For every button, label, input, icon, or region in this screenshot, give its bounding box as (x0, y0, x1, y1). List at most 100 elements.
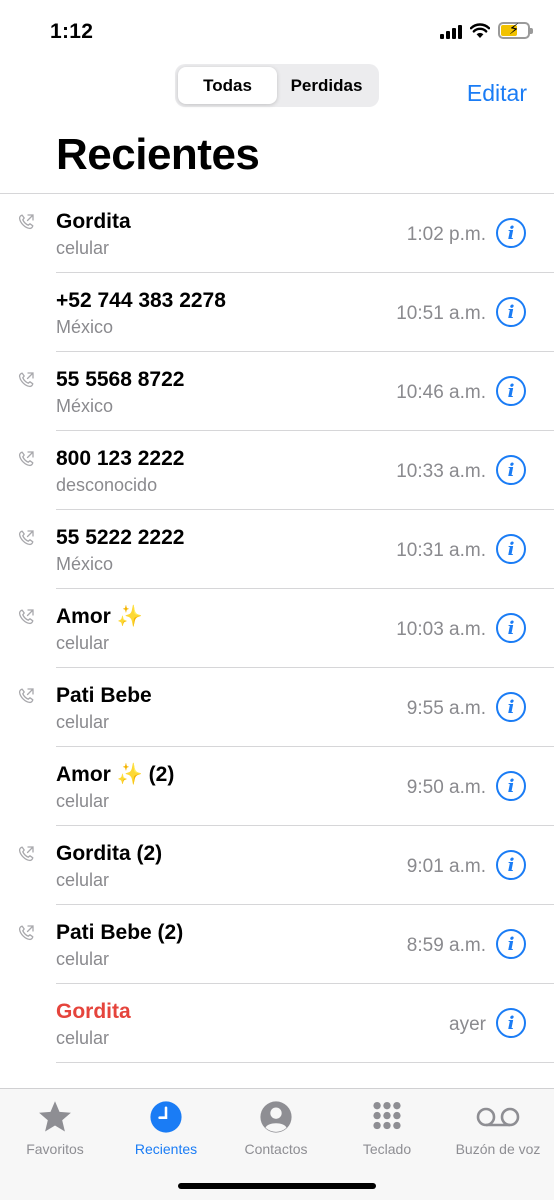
contact-name: Pati Bebe (2) (56, 921, 184, 944)
call-type-label: México (56, 396, 114, 416)
status-icons: ⚡ (440, 21, 533, 39)
contact-name: 55 5222 2222 (56, 526, 185, 549)
outgoing-call-icon (16, 686, 36, 706)
call-row[interactable]: +52 744 383 2278 México 10:51 a.m. i (56, 273, 554, 352)
cellular-signal-icon (440, 23, 462, 39)
tab-label: Recientes (134, 1141, 198, 1157)
contact-name: 800 123 2222 (56, 447, 185, 470)
keypad-icon (373, 1101, 401, 1130)
info-button[interactable]: i (496, 218, 526, 248)
contact-name: Pati Bebe (56, 684, 152, 707)
outgoing-call-icon (16, 607, 36, 627)
contact-name: Amor ✨ (56, 605, 143, 628)
outgoing-call-icon (16, 449, 36, 469)
person-circle-icon (260, 1101, 292, 1133)
call-row[interactable]: Gordita celular ayer i (56, 984, 554, 1063)
call-type-label: celular (56, 1028, 110, 1048)
call-row[interactable]: Pati Bebe celular 9:55 a.m. i (18, 668, 554, 747)
segment-perdidas[interactable]: Perdidas (277, 67, 376, 104)
call-time: 8:59 a.m. (406, 935, 486, 956)
call-type-label: celular (56, 633, 110, 653)
tab-contactos[interactable]: Contactos (221, 1097, 331, 1157)
page-title: Recientes (56, 130, 260, 179)
star-icon (39, 1101, 71, 1132)
info-icon: i (507, 933, 515, 955)
call-type-label: celular (56, 712, 110, 732)
status-bar: 1:12 ⚡ (0, 0, 554, 62)
call-row[interactable]: Amor ✨ (2) celular 9:50 a.m. i (56, 747, 554, 826)
call-row[interactable]: 800 123 2222 desconocido 10:33 a.m. i (18, 431, 554, 510)
tab-label: Contactos (244, 1141, 308, 1157)
tab-label: Teclado (362, 1141, 412, 1157)
info-icon: i (507, 380, 515, 402)
info-icon: i (507, 775, 515, 797)
edit-button[interactable]: Editar (467, 80, 527, 107)
call-row[interactable]: Pati Bebe (2) celular 8:59 a.m. i (18, 905, 554, 984)
call-row[interactable]: Amor ✨ celular 10:03 a.m. i (18, 589, 554, 668)
outgoing-call-icon (16, 923, 36, 943)
contact-name: Gordita (56, 210, 131, 233)
contact-name: Gordita (56, 1000, 131, 1023)
calls-filter-segmented-control: Todas Perdidas (175, 64, 379, 107)
info-button[interactable]: i (496, 850, 526, 880)
call-row[interactable]: Gordita celular 1:02 p.m. i (18, 194, 554, 273)
call-time: 1:02 p.m. (406, 224, 486, 245)
call-type-label: celular (56, 238, 110, 258)
call-row[interactable]: 55 5568 8722 México 10:46 a.m. i (18, 352, 554, 431)
tab-label: Favoritos (26, 1141, 84, 1157)
call-time: 10:33 a.m. (396, 461, 486, 482)
outgoing-call-icon (16, 528, 36, 548)
tab-buzon-de-voz[interactable]: Buzón de voz (443, 1097, 553, 1157)
info-button[interactable]: i (496, 534, 526, 564)
outgoing-call-icon (16, 844, 36, 864)
info-button[interactable]: i (496, 613, 526, 643)
recent-calls-list: Gordita celular 1:02 p.m. i +52 744 383 2278… (0, 193, 554, 1063)
contact-name: Gordita (2) (56, 842, 163, 865)
voicemail-icon (476, 1107, 520, 1127)
contact-name: +52 744 383 2278 (56, 289, 226, 312)
call-time: ayer (449, 1014, 486, 1035)
info-icon: i (507, 617, 515, 639)
call-type-label: celular (56, 791, 110, 811)
call-type-label: México (56, 554, 114, 574)
call-time: 10:46 a.m. (396, 382, 486, 403)
call-row[interactable]: Gordita (2) celular 9:01 a.m. i (18, 826, 554, 905)
info-icon: i (507, 459, 515, 481)
call-type-label: celular (56, 870, 110, 890)
tab-label: Buzón de voz (455, 1141, 541, 1157)
info-icon: i (507, 696, 515, 718)
status-time: 1:12 (50, 20, 94, 43)
home-indicator (178, 1183, 376, 1189)
info-button[interactable]: i (496, 376, 526, 406)
info-icon: i (507, 854, 515, 876)
tab-teclado[interactable]: Teclado (332, 1097, 442, 1157)
call-type-label: celular (56, 949, 110, 969)
info-icon: i (507, 222, 515, 244)
outgoing-call-icon (16, 370, 36, 390)
info-button[interactable]: i (496, 297, 526, 327)
tab-recientes[interactable]: Recientes (111, 1097, 221, 1157)
clock-icon (150, 1101, 182, 1133)
info-button[interactable]: i (496, 455, 526, 485)
wifi-icon (470, 22, 490, 38)
info-button[interactable]: i (496, 692, 526, 722)
contact-name: 55 5568 8722 (56, 368, 185, 391)
call-type-label: México (56, 317, 114, 337)
outgoing-call-icon (16, 212, 36, 232)
call-time: 9:55 a.m. (406, 698, 486, 719)
battery-charging-icon: ⚡ (498, 21, 533, 39)
call-time: 9:50 a.m. (406, 777, 486, 798)
call-time: 10:31 a.m. (396, 540, 486, 561)
info-icon: i (507, 301, 515, 323)
call-time: 10:51 a.m. (396, 303, 486, 324)
call-time: 10:03 a.m. (396, 619, 486, 640)
segment-todas[interactable]: Todas (178, 67, 277, 104)
call-row[interactable]: 55 5222 2222 México 10:31 a.m. i (18, 510, 554, 589)
info-button[interactable]: i (496, 771, 526, 801)
tab-favoritos[interactable]: Favoritos (0, 1097, 110, 1157)
info-button[interactable]: i (496, 929, 526, 959)
info-button[interactable]: i (496, 1008, 526, 1038)
call-type-label: desconocido (56, 475, 158, 495)
call-time: 9:01 a.m. (406, 856, 486, 877)
contact-name: Amor ✨ (2) (56, 763, 175, 786)
